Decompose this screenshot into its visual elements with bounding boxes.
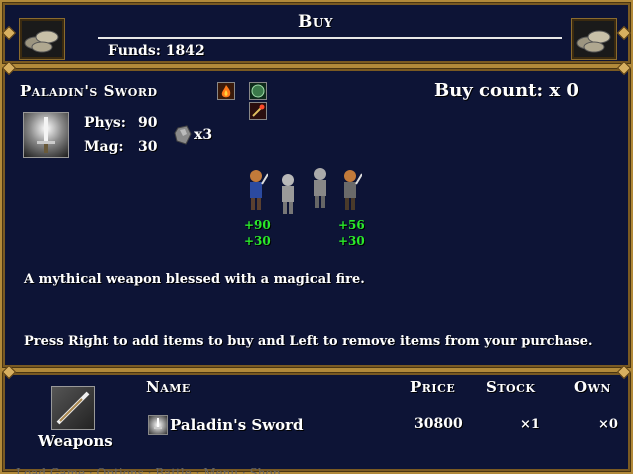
orb-icon [249, 82, 267, 100]
item-name: Paladin's Sword [20, 82, 158, 100]
weapons-category-icon[interactable] [51, 386, 95, 430]
buy-count-label: Buy count: x 0 [434, 80, 579, 101]
shop-row-name: Paladin's Sword [170, 416, 304, 434]
wand-icon [249, 102, 267, 120]
shop-row-price: 30800 [414, 416, 463, 432]
mag-label: Mag: [84, 139, 124, 155]
coins-icon [19, 18, 65, 60]
party-member-sprite [244, 168, 269, 212]
shop-row-stock: ×1 [520, 417, 540, 432]
item-description: A mythical weapon blessed with a magical… [24, 272, 365, 287]
title-divider [98, 37, 562, 39]
sword-icon [23, 112, 69, 158]
bonus-mag: +30 [338, 234, 365, 248]
fire-element-icon [217, 82, 235, 100]
ore-icon [174, 124, 192, 150]
column-header-own: Own [574, 378, 611, 396]
item-detail-panel: Paladin's Sword Buy count: x 0 Phys: 90 … [0, 60, 633, 370]
shop-list-panel: Weapons Name Price Stock Own Paladin's S… [0, 364, 633, 474]
bonus-mag: +30 [244, 234, 271, 248]
phys-value: 90 [138, 115, 158, 131]
funds-label: Funds: 1842 [108, 43, 205, 59]
header-panel: Buy Funds: 1842 [0, 0, 633, 66]
column-header-price: Price [410, 378, 456, 396]
party-member-sprite [276, 172, 296, 216]
footer-hint: Load Game · Options · Battle · Menu · Sh… [16, 466, 281, 474]
column-header-stock: Stock [486, 378, 536, 396]
material-count: x3 [194, 127, 213, 143]
page-title: Buy [298, 12, 333, 32]
shop-row-own: ×0 [598, 417, 618, 432]
party-member-sprite [308, 166, 328, 210]
help-text: Press Right to add items to buy and Left… [24, 334, 593, 349]
category-label[interactable]: Weapons [38, 432, 113, 450]
column-header-name: Name [146, 378, 191, 396]
shop-row[interactable]: Paladin's Sword 30800 ×1 ×0 [146, 414, 620, 438]
mag-value: 30 [138, 139, 158, 155]
bonus-phys: +56 [338, 218, 365, 232]
bonus-phys: +90 [244, 218, 271, 232]
phys-label: Phys: [84, 115, 126, 131]
party-member-sprite [338, 168, 363, 212]
sword-icon [148, 415, 168, 435]
coins-icon [571, 18, 617, 60]
